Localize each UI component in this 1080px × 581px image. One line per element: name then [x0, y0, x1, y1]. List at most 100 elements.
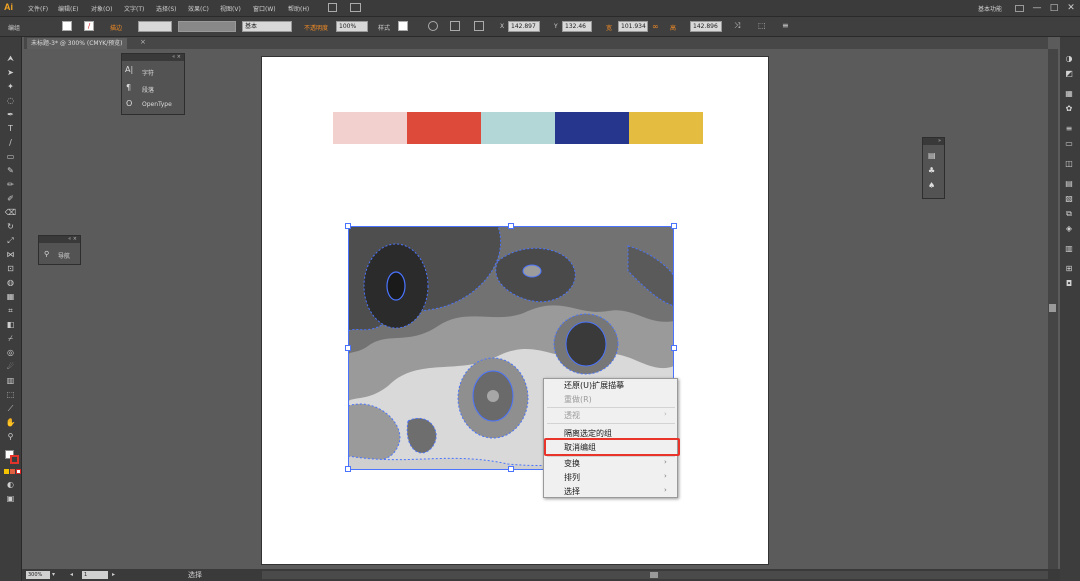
rectangle-tool-icon[interactable]: ▭ [3, 150, 18, 163]
panel-header[interactable]: « × [122, 54, 184, 61]
stroke-swatch-icon[interactable]: / [84, 21, 94, 31]
mesh-tool-icon[interactable]: ⌗ [3, 304, 18, 317]
ctx-undo-expand-trace[interactable]: 还原(U)扩展描摹 [564, 380, 624, 391]
gradient-tool-icon[interactable]: ◧ [3, 318, 18, 331]
link-proportions-icon[interactable]: ∞ [652, 22, 659, 31]
arrange-documents-icon[interactable] [350, 3, 361, 12]
ctx-transform[interactable]: 变换 [564, 458, 580, 469]
zoom-dropdown-icon[interactable]: ▾ [52, 571, 55, 578]
horizontal-scroll-thumb[interactable] [650, 572, 658, 578]
search-icon[interactable] [1015, 5, 1024, 12]
navigator-tab[interactable]: 导航 [58, 251, 70, 260]
bridge-icon[interactable] [328, 3, 337, 12]
shape-builder-tool-icon[interactable]: ◍ [3, 276, 18, 289]
brush-definition-field[interactable]: 基本 [242, 21, 292, 32]
direct-selection-tool-icon[interactable]: ➤ [3, 66, 18, 79]
paragraph-tab[interactable]: 段落 [142, 85, 154, 94]
scale-tool-icon[interactable]: ⤢ [3, 234, 18, 247]
transform-icon[interactable] [474, 21, 484, 31]
handle-middle-right[interactable] [671, 345, 677, 351]
menu-edit[interactable]: 编辑(E) [58, 4, 78, 13]
draw-mode-icon[interactable]: ◐ [3, 478, 18, 491]
menu-object[interactable]: 对象(O) [91, 4, 112, 13]
color-swatch-teal[interactable] [481, 112, 555, 144]
column-graph-tool-icon[interactable]: ▥ [3, 374, 18, 387]
width-tool-icon[interactable]: ⋈ [3, 248, 18, 261]
isolate-group-icon[interactable]: ⤨ [734, 21, 740, 31]
color-guide-icon[interactable]: ◩ [1062, 67, 1076, 80]
magic-wand-tool-icon[interactable]: ✦ [3, 80, 18, 93]
symbol-sprayer-tool-icon[interactable]: ☄ [3, 360, 18, 373]
gradient-panel-icon[interactable]: ▭ [1062, 137, 1076, 150]
artboards-panel-icon[interactable]: ⧉ [1062, 207, 1076, 220]
pen-tool-icon[interactable]: ✒ [3, 108, 18, 121]
none-mode-icon[interactable] [16, 469, 21, 474]
slice-tool-icon[interactable]: ⟋ [3, 402, 18, 415]
close-tab-icon[interactable]: × [140, 38, 146, 46]
paintbrush-tool-icon[interactable]: ✎ [3, 164, 18, 177]
color-panel-icon[interactable]: ◑ [1062, 52, 1076, 65]
opacity-field[interactable]: 100% [336, 21, 368, 32]
handle-top-center[interactable] [508, 223, 514, 229]
hand-tool-icon[interactable]: ✋ [3, 416, 18, 429]
menu-select[interactable]: 选择(S) [156, 4, 177, 13]
variable-width-profile[interactable] [178, 21, 236, 32]
blend-tool-icon[interactable]: ◎ [3, 346, 18, 359]
stroke-label[interactable]: 描边 [110, 23, 122, 32]
menu-view[interactable]: 视图(V) [220, 4, 241, 13]
graphic-style-panel-icon[interactable]: ♠ [928, 181, 935, 190]
width-field[interactable]: 101.934 [618, 21, 648, 32]
color-swatch-yellow[interactable] [629, 112, 703, 144]
ctx-perspective[interactable]: 透视 [564, 410, 580, 421]
fill-swatch-icon[interactable] [62, 21, 72, 31]
opacity-label[interactable]: 不透明度 [304, 23, 328, 32]
swatches-panel-icon[interactable]: ▦ [1062, 87, 1076, 100]
screen-mode-icon[interactable]: ▣ [3, 492, 18, 505]
type-tool-icon[interactable]: T [3, 122, 18, 135]
pencil-tool-icon[interactable]: ✏ [3, 178, 18, 191]
selection-tool-icon[interactable]: ⮝ [3, 52, 18, 65]
y-field[interactable]: 132.46 [562, 21, 592, 32]
color-swatch-pink[interactable] [333, 112, 407, 144]
color-swatch-navy[interactable] [555, 112, 629, 144]
artboard-tool-icon[interactable]: ⬚ [3, 388, 18, 401]
handle-bottom-center[interactable] [508, 466, 514, 472]
transparency-panel-icon[interactable]: ◫ [1062, 157, 1076, 170]
pathfinder-panel-icon[interactable]: ◘ [1062, 277, 1076, 290]
brushes-panel-icon[interactable]: ✿ [1062, 102, 1076, 115]
minimize-button[interactable]: — [1030, 2, 1044, 14]
stroke-weight-field[interactable] [138, 21, 172, 32]
graphic-style-icon[interactable] [398, 21, 408, 31]
ctx-arrange[interactable]: 排列 [564, 472, 580, 483]
transform-panel-icon[interactable]: ⊞ [1062, 262, 1076, 275]
perspective-grid-tool-icon[interactable]: ▦ [3, 290, 18, 303]
menu-file[interactable]: 文件(F) [28, 4, 48, 13]
handle-top-right[interactable] [671, 223, 677, 229]
character-tab[interactable]: 字符 [142, 68, 154, 77]
ctx-select[interactable]: 选择 [564, 486, 580, 497]
first-artboard-icon[interactable]: ◂ [70, 571, 73, 578]
rotate-tool-icon[interactable]: ↻ [3, 220, 18, 233]
stroke-panel-icon[interactable]: ≡ [1062, 122, 1076, 135]
document-tab[interactable]: 未标题-3* @ 300% (CMYK/预览) [27, 38, 127, 49]
maximize-button[interactable]: □ [1047, 2, 1061, 14]
align-icon[interactable] [450, 21, 460, 31]
symbols-icon[interactable]: ♣ [928, 166, 935, 175]
ctx-redo[interactable]: 重做(R) [564, 394, 592, 405]
select-similar-icon[interactable]: ⬚ [758, 21, 766, 30]
color-swatch-red[interactable] [407, 112, 481, 144]
workspace-switcher[interactable]: 基本功能 [978, 4, 1002, 13]
menu-type[interactable]: 文字(T) [124, 4, 144, 13]
layers-panel-icon[interactable]: ◈ [1062, 222, 1076, 235]
panel-header[interactable]: « × [39, 236, 80, 243]
status-tool-text[interactable]: 选择 [188, 570, 202, 580]
graphic-styles-panel-icon[interactable]: ▧ [1062, 192, 1076, 205]
handle-bottom-left[interactable] [345, 466, 351, 472]
x-field[interactable]: 142.897 [508, 21, 540, 32]
color-mode-icon[interactable] [4, 469, 9, 474]
appearance-panel-icon[interactable]: ▤ [1062, 177, 1076, 190]
appearance-icon[interactable]: ▤ [928, 151, 936, 160]
blob-brush-tool-icon[interactable]: ✐ [3, 192, 18, 205]
menu-window[interactable]: 窗口(W) [253, 4, 276, 13]
recolor-artwork-icon[interactable] [428, 21, 438, 31]
